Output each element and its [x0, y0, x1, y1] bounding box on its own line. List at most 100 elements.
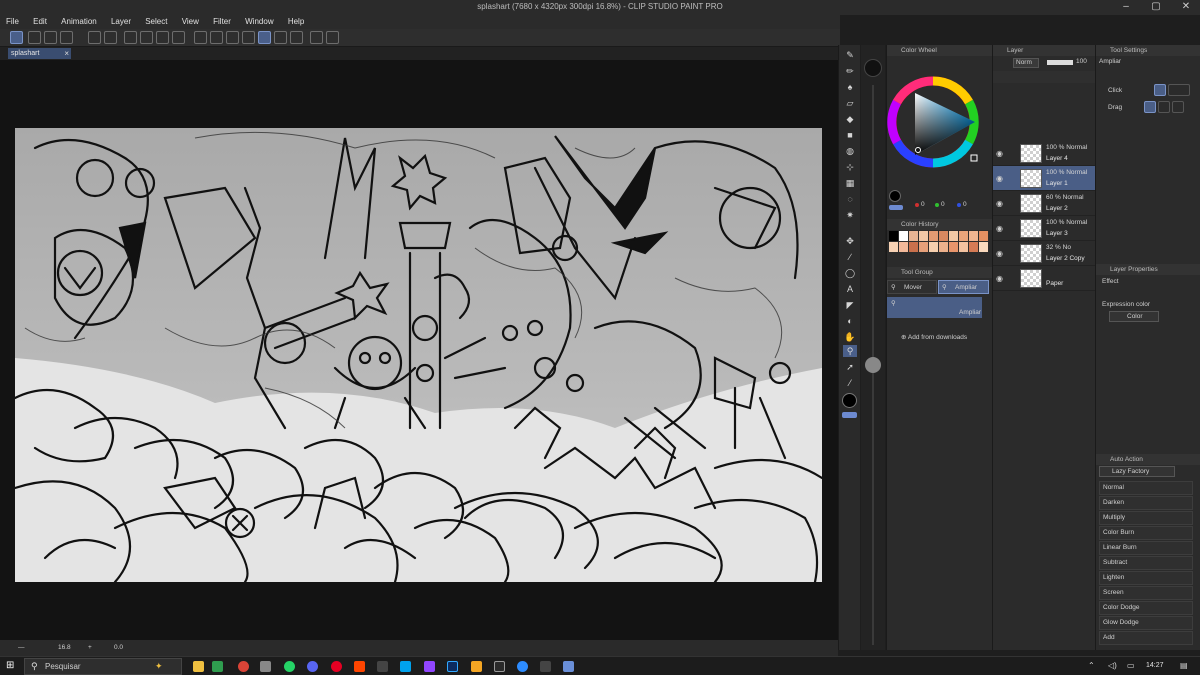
history-swatch[interactable] — [899, 231, 908, 241]
transparent-swatch[interactable] — [842, 412, 857, 418]
menu-edit[interactable]: Edit — [27, 15, 53, 29]
auto-action-set-select[interactable]: Lazy Factory — [1099, 466, 1175, 477]
chrome-icon[interactable] — [238, 661, 249, 672]
add-from-downloads[interactable]: ⊕ Add from downloads — [901, 333, 967, 341]
help-icon[interactable] — [310, 31, 323, 44]
menu-select[interactable]: Select — [139, 15, 173, 29]
lasso-icon[interactable]: ◌ — [843, 193, 857, 205]
save-icon[interactable] — [60, 31, 73, 44]
ruler-icon[interactable] — [242, 31, 255, 44]
opacity-slider[interactable] — [1047, 60, 1073, 65]
auto-action-item[interactable]: Lighten — [1099, 571, 1193, 585]
generic-app-icon[interactable] — [494, 661, 505, 672]
history-swatch[interactable] — [889, 231, 898, 241]
drag-zoom-continuous-button[interactable] — [1158, 101, 1170, 113]
pinterest-icon[interactable] — [331, 661, 342, 672]
dark-app-icon[interactable] — [377, 661, 388, 672]
eye-icon[interactable]: ◉ — [996, 149, 1005, 158]
history-swatch[interactable] — [949, 231, 958, 241]
green-value[interactable]: 0 — [941, 201, 945, 208]
menu-window[interactable]: Window — [239, 15, 279, 29]
auto-action-item[interactable]: Normal — [1099, 481, 1193, 495]
auto-action-item[interactable]: Multiply — [1099, 511, 1193, 525]
undo-icon[interactable] — [88, 31, 101, 44]
layer-row[interactable]: ◉ Paper — [993, 266, 1096, 291]
new-file-icon[interactable] — [28, 31, 41, 44]
eraser-icon[interactable]: ▱ — [843, 97, 857, 109]
history-swatch[interactable] — [909, 242, 918, 252]
tray-chevron-icon[interactable]: ⌃ — [1088, 661, 1095, 670]
drag-zoom-scrub-button[interactable] — [1172, 101, 1184, 113]
close-window-button[interactable]: ✕ — [1171, 0, 1200, 15]
whatsapp-icon[interactable] — [284, 661, 295, 672]
eye-icon[interactable]: ◉ — [996, 199, 1005, 208]
tool-group-ampliar[interactable]: ⚲ Ampliar — [938, 280, 989, 294]
tool-group-mover[interactable]: ⚲ Mover — [887, 280, 937, 294]
history-swatch[interactable] — [979, 242, 988, 252]
discord-icon[interactable] — [307, 661, 318, 672]
menu-layer[interactable]: Layer — [105, 15, 137, 29]
history-swatch[interactable] — [979, 231, 988, 241]
color-wheel[interactable] — [887, 75, 987, 175]
eyedropper-icon[interactable]: ⁄ — [843, 377, 857, 389]
grid-icon[interactable] — [290, 31, 303, 44]
eye-icon[interactable]: ◉ — [996, 274, 1005, 283]
current-color-swatch[interactable] — [889, 190, 901, 202]
gradient-icon[interactable]: ■ — [843, 129, 857, 141]
blend-icon[interactable]: ◍ — [843, 145, 857, 157]
expression-color-select[interactable]: Color — [1109, 311, 1159, 322]
notification-icon[interactable]: ▤ — [1180, 661, 1188, 670]
check-app-icon[interactable] — [540, 661, 551, 672]
red-app-icon[interactable] — [354, 661, 365, 672]
photoshop-icon[interactable] — [447, 661, 458, 672]
auto-action-item[interactable]: Screen — [1099, 586, 1193, 600]
orange-app-icon[interactable] — [471, 661, 482, 672]
layer-row[interactable]: ◉ 32 % No Layer 2 Copy — [993, 241, 1096, 266]
eye-icon[interactable]: ◉ — [996, 224, 1005, 233]
sub-color-swatch[interactable] — [889, 205, 903, 210]
fill-icon[interactable] — [156, 31, 169, 44]
menu-animation[interactable]: Animation — [55, 15, 103, 29]
layer-row[interactable]: ◉ 100 % Normal Layer 3 — [993, 216, 1096, 241]
taskbar-search[interactable]: ⚲ Pesquisar ✦ — [24, 658, 182, 675]
text-icon[interactable]: A — [843, 283, 857, 295]
document-tab[interactable]: splashart × — [8, 48, 71, 59]
history-swatch[interactable] — [929, 242, 938, 252]
crop-icon[interactable] — [194, 31, 207, 44]
layer-row[interactable]: ◉ 60 % Normal Layer 2 — [993, 191, 1096, 216]
open-icon[interactable] — [44, 31, 57, 44]
history-swatch[interactable] — [939, 242, 948, 252]
menu-help[interactable]: Help — [282, 15, 310, 29]
file-explorer-icon[interactable] — [193, 661, 204, 672]
layer-row[interactable]: ◉ 100 % Normal Layer 1 — [993, 166, 1096, 191]
zoom-value[interactable]: 16.8 — [58, 644, 71, 651]
auto-select-icon[interactable]: ✷ — [843, 209, 857, 221]
blue-value[interactable]: 0 — [963, 201, 967, 208]
sketch-canvas[interactable] — [15, 128, 822, 582]
click-zoom-in-button[interactable] — [1154, 84, 1166, 96]
opacity-value[interactable]: 100 — [1076, 58, 1087, 65]
ruler-tool-icon[interactable]: ◤ — [843, 299, 857, 311]
history-swatch[interactable] — [919, 231, 928, 241]
rotate-view-icon[interactable]: ◐ — [843, 315, 857, 327]
layer-row[interactable]: ◉ 100 % Normal Layer 4 — [993, 141, 1096, 166]
move-icon[interactable]: ✥ — [843, 235, 857, 247]
history-swatch[interactable] — [969, 242, 978, 252]
hand-icon[interactable]: ✋ — [843, 331, 857, 343]
history-swatch[interactable] — [929, 231, 938, 241]
fill-bucket-icon[interactable]: ◆ — [843, 113, 857, 125]
pen-icon[interactable]: ✎ — [843, 49, 857, 61]
blue-app-icon[interactable] — [400, 661, 411, 672]
object-icon[interactable]: ➚ — [843, 361, 857, 373]
auto-action-item[interactable]: Darken — [1099, 496, 1193, 510]
brush-icon[interactable]: ♠ — [843, 81, 857, 93]
drive-icon[interactable] — [212, 661, 223, 672]
sub-tool-ampliar[interactable]: ⚲ Ampliar — [887, 297, 982, 318]
windows-start-icon[interactable]: ⊞ — [6, 660, 14, 671]
zoom-in-icon[interactable]: + — [88, 644, 92, 651]
auto-action-item[interactable]: Color Dodge — [1099, 601, 1193, 615]
history-swatch[interactable] — [959, 242, 968, 252]
maximize-button[interactable]: ▢ — [1141, 0, 1171, 15]
figure-icon[interactable]: ⊹ — [843, 161, 857, 173]
zoom-app-icon[interactable] — [517, 661, 528, 672]
